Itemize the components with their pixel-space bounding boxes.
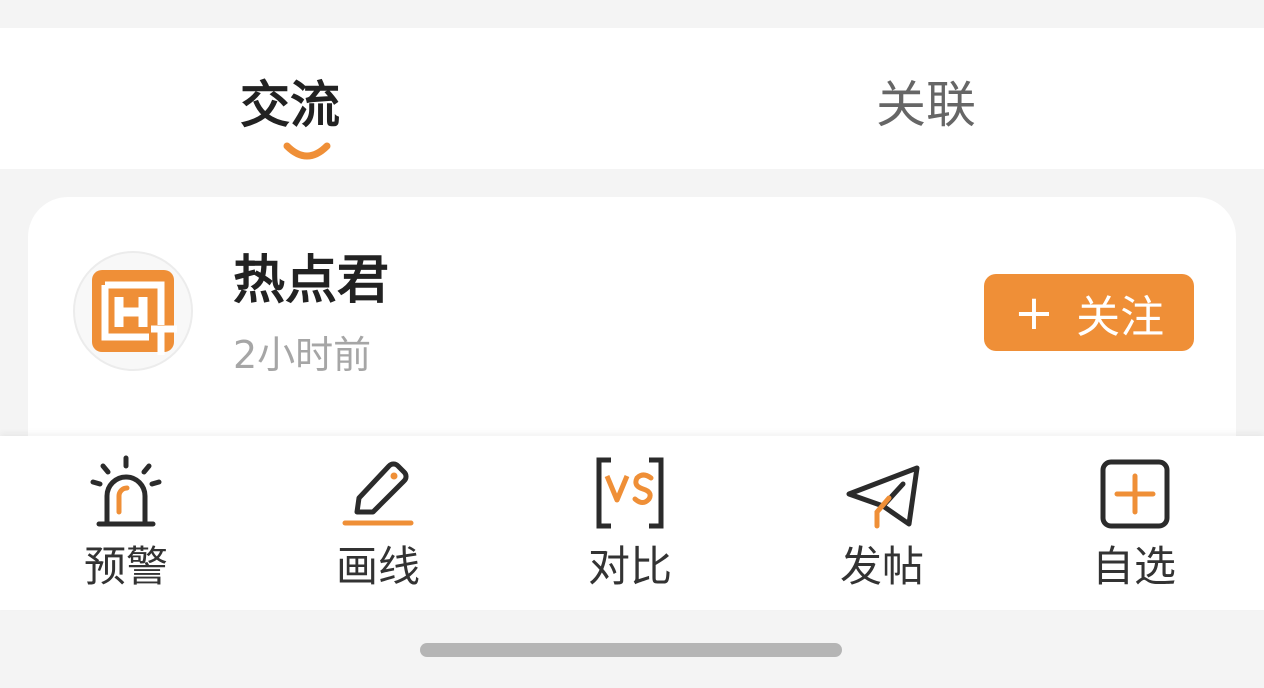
follow-button[interactable]: + 关注 bbox=[984, 274, 1194, 351]
bottom-toolbar: 预警 画线 对比 发帖 自选 bbox=[0, 436, 1264, 610]
pencil-icon bbox=[342, 461, 414, 526]
follow-button-label: 关注 bbox=[1076, 291, 1165, 343]
toolbar-post-button[interactable]: 发帖 bbox=[756, 436, 1008, 610]
paper-plane-icon bbox=[846, 465, 920, 529]
toolbar-compare-label: 对比 bbox=[587, 542, 672, 591]
alarm-light-icon bbox=[90, 455, 162, 527]
tab-related-label: 关联 bbox=[876, 75, 976, 134]
tab-communication-label: 交流 bbox=[240, 75, 340, 134]
toolbar-compare-button[interactable]: 对比 bbox=[504, 436, 756, 610]
logo-h-icon bbox=[92, 270, 177, 355]
avatar[interactable] bbox=[73, 251, 193, 371]
toolbar-post-label: 发帖 bbox=[839, 542, 924, 591]
toolbar-alert-button[interactable]: 预警 bbox=[0, 436, 252, 610]
tab-related[interactable]: 关联 bbox=[632, 28, 1264, 169]
toolbar-draw-line-button[interactable]: 画线 bbox=[252, 436, 504, 610]
active-tab-indicator bbox=[283, 142, 331, 160]
author-name[interactable]: 热点君 bbox=[233, 250, 389, 312]
add-square-icon bbox=[1100, 459, 1170, 529]
tab-bar: 交流 关联 bbox=[0, 28, 1264, 169]
plus-icon: + bbox=[1013, 284, 1055, 341]
home-indicator[interactable] bbox=[420, 643, 842, 657]
toolbar-watchlist-label: 自选 bbox=[1091, 542, 1176, 591]
vs-compare-icon bbox=[596, 457, 664, 529]
toolbar-watchlist-button[interactable]: 自选 bbox=[1008, 436, 1260, 610]
status-bar-area bbox=[0, 0, 1264, 28]
toolbar-draw-line-label: 画线 bbox=[335, 542, 420, 591]
post-time: 2小时前 bbox=[233, 333, 372, 377]
toolbar-alert-label: 预警 bbox=[83, 542, 168, 591]
